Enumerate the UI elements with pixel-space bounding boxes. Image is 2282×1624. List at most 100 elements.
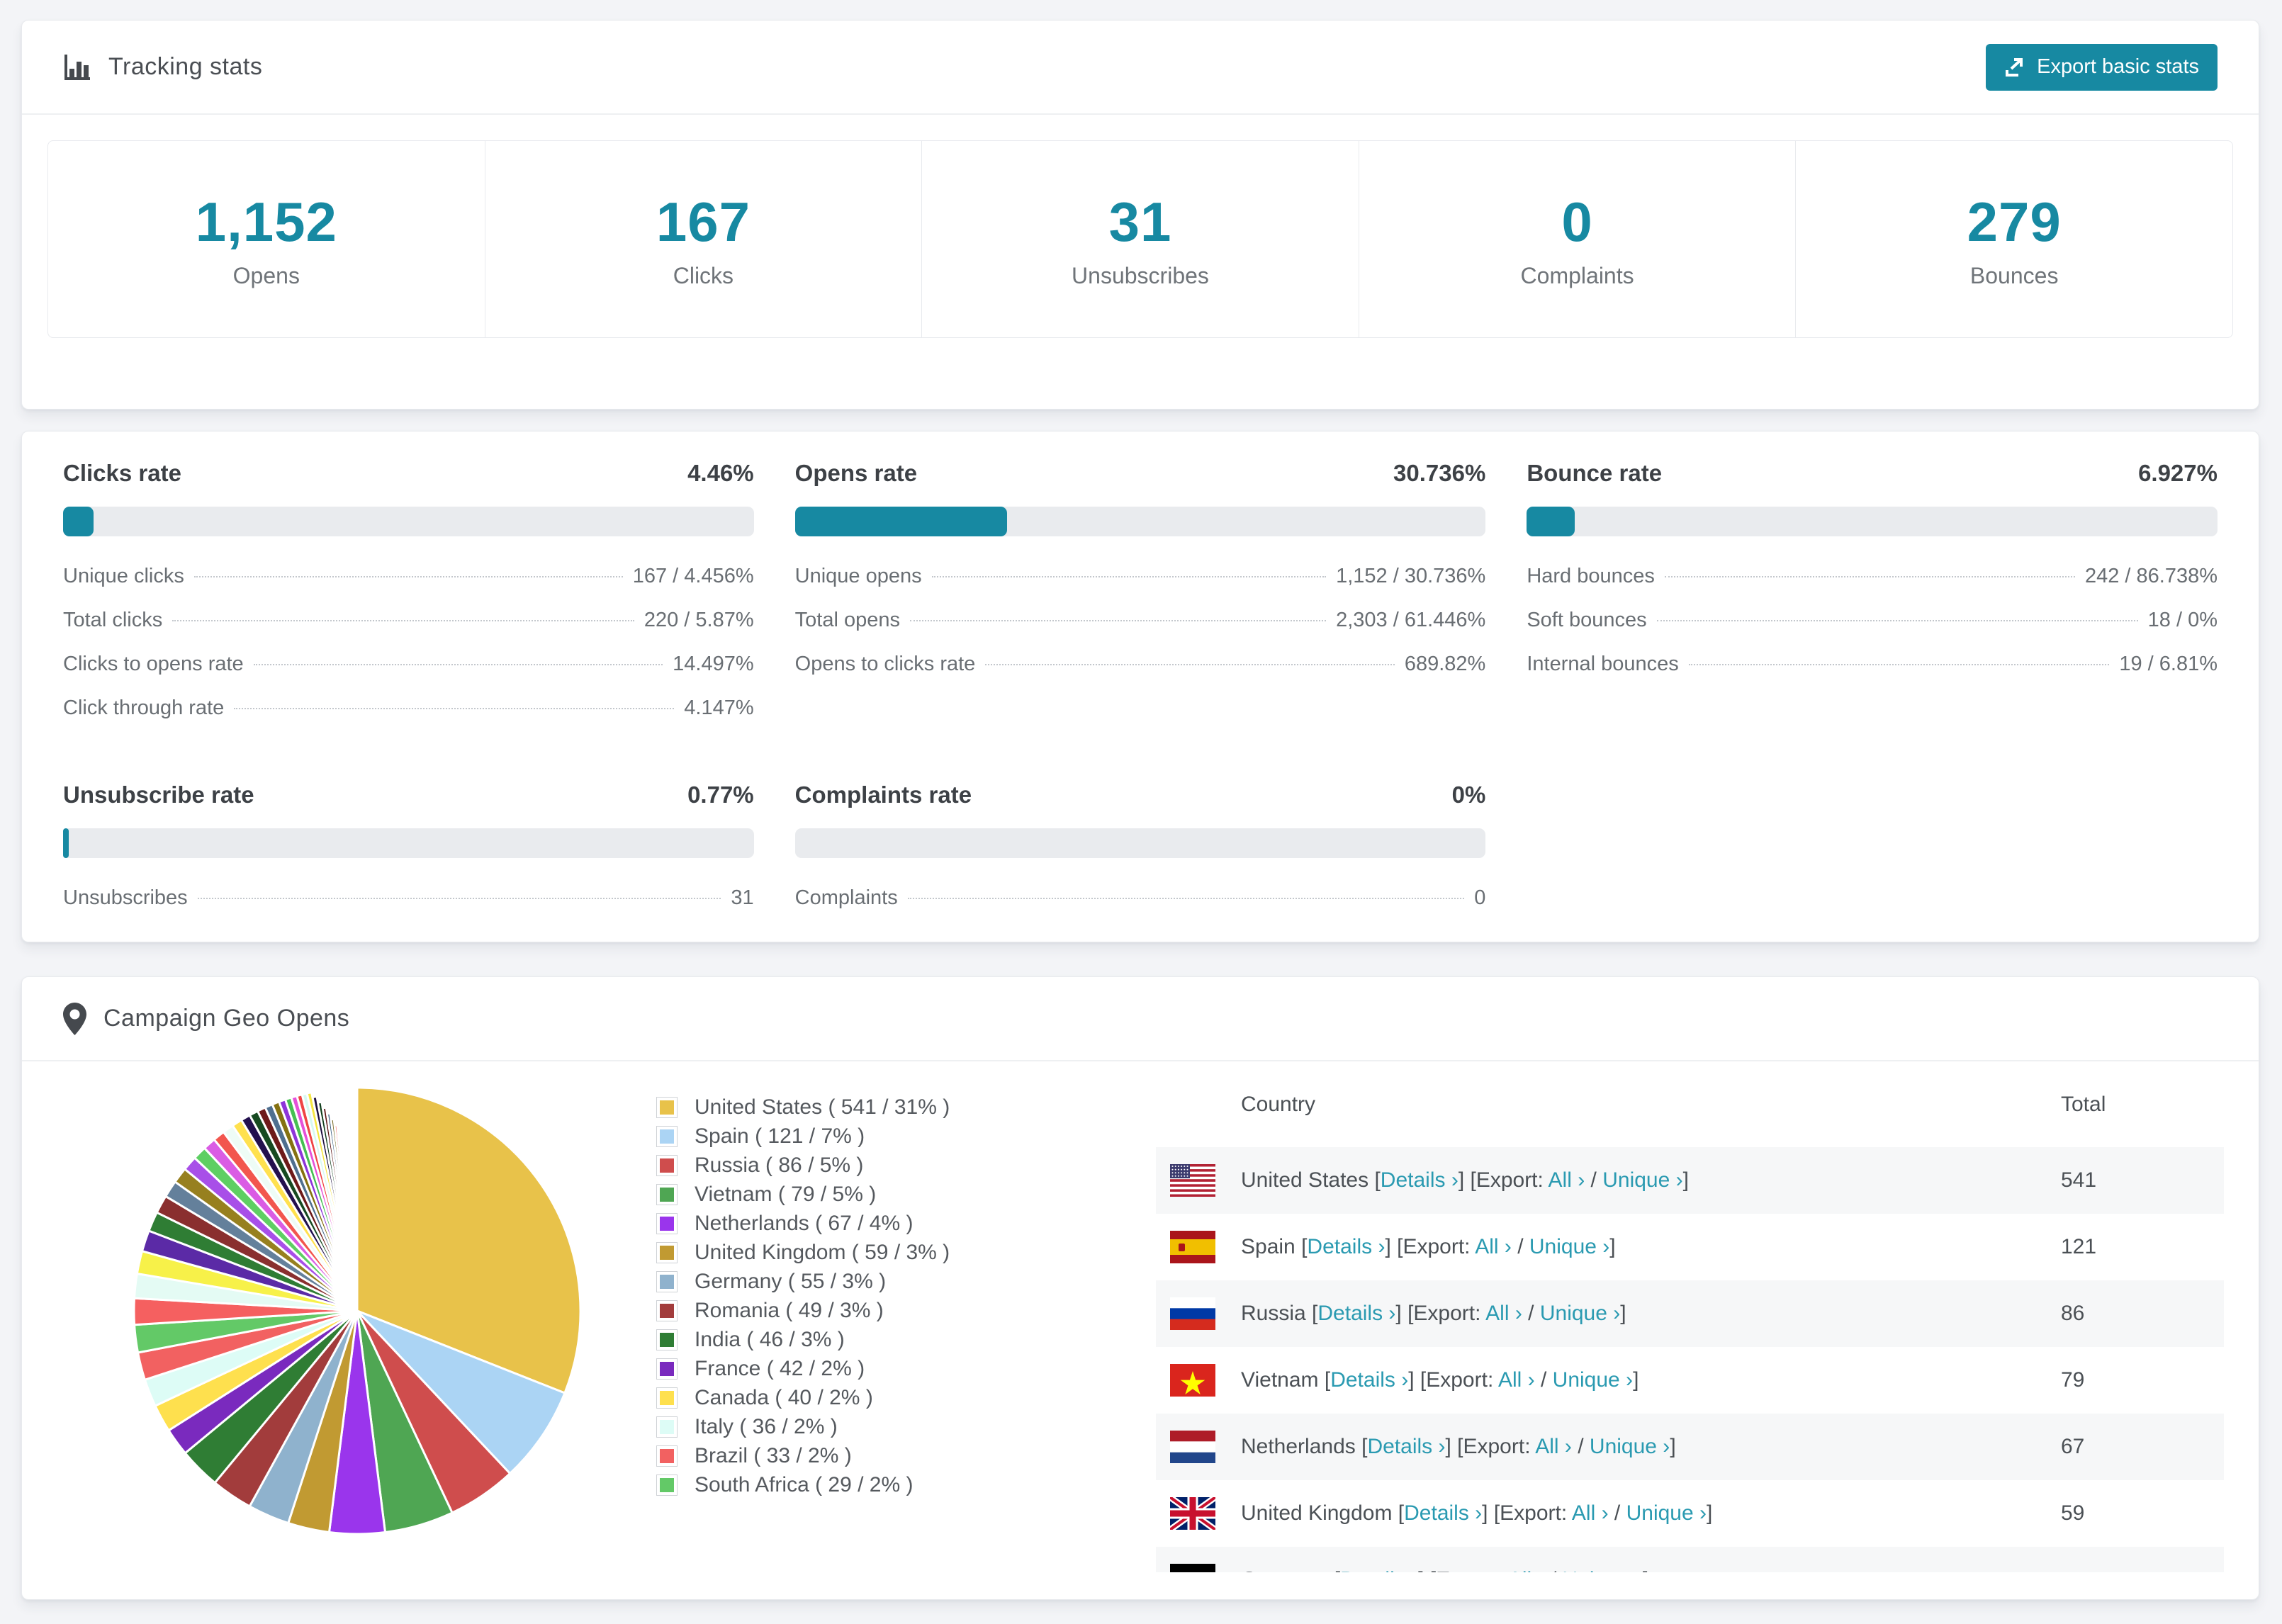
legend-item-italy: Italy ( 36 / 2% )	[656, 1412, 950, 1441]
metric-value: 31	[731, 886, 754, 909]
geo-table: Country Total United States [Details ›] …	[1156, 1061, 2224, 1572]
stat-label: Bounces	[1969, 262, 2059, 288]
dotted-leader	[234, 708, 675, 709]
rate-metric-rows: Unsubscribes 31	[63, 886, 754, 910]
total-value: 86	[2061, 1302, 2085, 1325]
country-cell: Germany [Details ›] [Export: All › / Uni…	[1241, 1568, 2061, 1572]
export-all-link[interactable]: All ›	[1475, 1235, 1512, 1258]
export-all-link[interactable]: All ›	[1508, 1568, 1545, 1572]
rate-card-clicks-rate: Clicks rate 4.46% Unique clicks 167 / 4.456…	[63, 460, 754, 740]
metric-row: Unique opens 1,152 / 30.736%	[795, 565, 1486, 588]
rate-title: Unsubscribe rate	[63, 782, 254, 808]
metric-row: Hard bounces 242 / 86.738%	[1527, 565, 2218, 588]
country-column-header: Country	[1241, 1092, 1316, 1116]
dotted-leader	[1688, 664, 2110, 665]
legend-label: Canada ( 40 / 2% )	[695, 1385, 873, 1409]
rate-title: Opens rate	[794, 460, 918, 486]
export-all-link[interactable]: All ›	[1485, 1302, 1522, 1325]
progress-fill	[1527, 507, 1575, 536]
spain-flag-icon	[1170, 1231, 1215, 1263]
export-unique-link[interactable]: Unique ›	[1626, 1501, 1707, 1525]
stat-value: 31	[1108, 190, 1172, 253]
geo-header: Campaign Geo Opens	[22, 977, 2259, 1061]
rate-card-unsubscribe-rate: Unsubscribe rate 0.77% Unsubscribes 31	[63, 782, 754, 930]
stat-card-complaints: 0 Complaints	[1358, 141, 1796, 337]
details-link[interactable]: Details ›	[1317, 1302, 1395, 1325]
details-link[interactable]: Details ›	[1381, 1168, 1458, 1192]
export-all-link[interactable]: All ›	[1548, 1168, 1585, 1192]
export-unique-link[interactable]: Unique ›	[1553, 1368, 1633, 1392]
progress-track	[794, 507, 1486, 536]
geo-table-row-spain: Spain [Details ›] [Export: All › / Uniqu…	[1156, 1214, 2224, 1280]
export-unique-link[interactable]: Unique ›	[1602, 1168, 1682, 1192]
legend-swatch	[656, 1329, 678, 1350]
rate-value: 30.736%	[1393, 460, 1486, 486]
country-name: United Kingdom	[1241, 1501, 1398, 1525]
country-name: Germany	[1241, 1568, 1334, 1572]
metric-row: Total opens 2,303 / 61.446%	[795, 609, 1486, 632]
stat-label: Opens	[232, 262, 300, 288]
country-cell: Spain [Details ›] [Export: All › / Uniqu…	[1241, 1235, 1616, 1258]
pie-slice-other	[355, 1204, 359, 1312]
geo-table-rows: United States [Details ›] [Export: All ›…	[1156, 1147, 2224, 1572]
details-link[interactable]: Details ›	[1367, 1435, 1445, 1458]
bar-chart-icon	[63, 53, 91, 81]
stat-value: 0	[1561, 190, 1593, 253]
dotted-leader	[985, 664, 1395, 665]
tracking-stats-header: Tracking stats Export basic stats	[22, 21, 2259, 115]
total-column-header: Total	[2061, 1092, 2106, 1116]
metric-value: 18 / 0%	[2147, 609, 2218, 631]
country-name: Spain	[1241, 1235, 1302, 1258]
country-cell: Netherlands [Details ›] [Export: All › /…	[1241, 1435, 1676, 1458]
legend-label: India ( 46 / 3% )	[695, 1327, 845, 1351]
dotted-leader	[197, 898, 721, 899]
total-value: 79	[2061, 1368, 2085, 1392]
export-all-link[interactable]: All ›	[1572, 1501, 1609, 1525]
dotted-leader	[172, 620, 634, 621]
metric-row: Soft bounces 18 / 0%	[1527, 609, 2218, 632]
panel-title: Tracking stats	[108, 53, 263, 80]
export-unique-link[interactable]: Unique ›	[1529, 1235, 1609, 1258]
legend-item-germany: Germany ( 55 / 3% )	[656, 1267, 950, 1296]
export-icon	[2004, 57, 2025, 78]
total-value: 59	[2061, 1501, 2085, 1525]
metric-label: Unsubscribes	[63, 886, 188, 909]
details-link[interactable]: Details ›	[1340, 1568, 1418, 1572]
export-unique-link[interactable]: Unique ›	[1590, 1435, 1670, 1458]
rate-title: Clicks rate	[63, 460, 181, 486]
legend-swatch	[656, 1183, 678, 1205]
legend-item-south-africa: South Africa ( 29 / 2% )	[656, 1470, 950, 1499]
metric-label: Opens to clicks rate	[794, 653, 976, 675]
rate-metric-rows: Hard bounces 242 / 86.738% Soft bounces 18 …	[1527, 565, 2218, 676]
legend-item-canada: Canada ( 40 / 2% )	[656, 1383, 950, 1412]
rate-value: 6.927%	[2138, 460, 2218, 486]
metric-value: 220 / 5.87%	[643, 609, 754, 631]
legend-swatch	[656, 1096, 678, 1118]
progress-fill	[63, 828, 69, 858]
export-unique-link[interactable]: Unique ›	[1563, 1568, 1643, 1572]
export-all-link[interactable]: All ›	[1498, 1368, 1535, 1392]
rate-card-complaints-rate: Complaints rate 0% Complaints 0	[794, 782, 1486, 930]
united-kingdom-flag-icon	[1170, 1497, 1215, 1530]
legend-label: Germany ( 55 / 3% )	[695, 1269, 887, 1293]
legend-label: United Kingdom ( 59 / 3% )	[695, 1240, 950, 1264]
legend-swatch	[656, 1154, 678, 1176]
geo-title: Campaign Geo Opens	[103, 1005, 350, 1032]
export-basic-stats-button[interactable]: Export basic stats	[1986, 43, 2218, 91]
details-link[interactable]: Details ›	[1307, 1235, 1385, 1258]
export-all-link[interactable]: All ›	[1535, 1435, 1572, 1458]
country-cell: United States [Details ›] [Export: All ›…	[1241, 1168, 1689, 1192]
rate-card-bounce-rate: Bounce rate 6.927% Hard bounces 242 / 86.73…	[1527, 460, 2218, 740]
metric-row: Unsubscribes 31	[63, 886, 754, 910]
legend-swatch	[656, 1125, 678, 1147]
metric-value: 2,303 / 61.446%	[1336, 609, 1486, 631]
export-unique-link[interactable]: Unique ›	[1540, 1302, 1620, 1325]
stat-value: 1,152	[195, 190, 337, 253]
metric-row: Clicks to opens rate 14.497%	[63, 653, 754, 676]
metric-label: Complaints	[794, 886, 898, 909]
metric-value: 0	[1474, 886, 1486, 909]
details-link[interactable]: Details ›	[1404, 1501, 1482, 1525]
details-link[interactable]: Details ›	[1330, 1368, 1408, 1392]
rates-panel: Clicks rate 4.46% Unique clicks 167 / 4.456…	[21, 431, 2259, 942]
geo-table-row-germany: Germany [Details ›] [Export: All › / Uni…	[1156, 1547, 2224, 1572]
